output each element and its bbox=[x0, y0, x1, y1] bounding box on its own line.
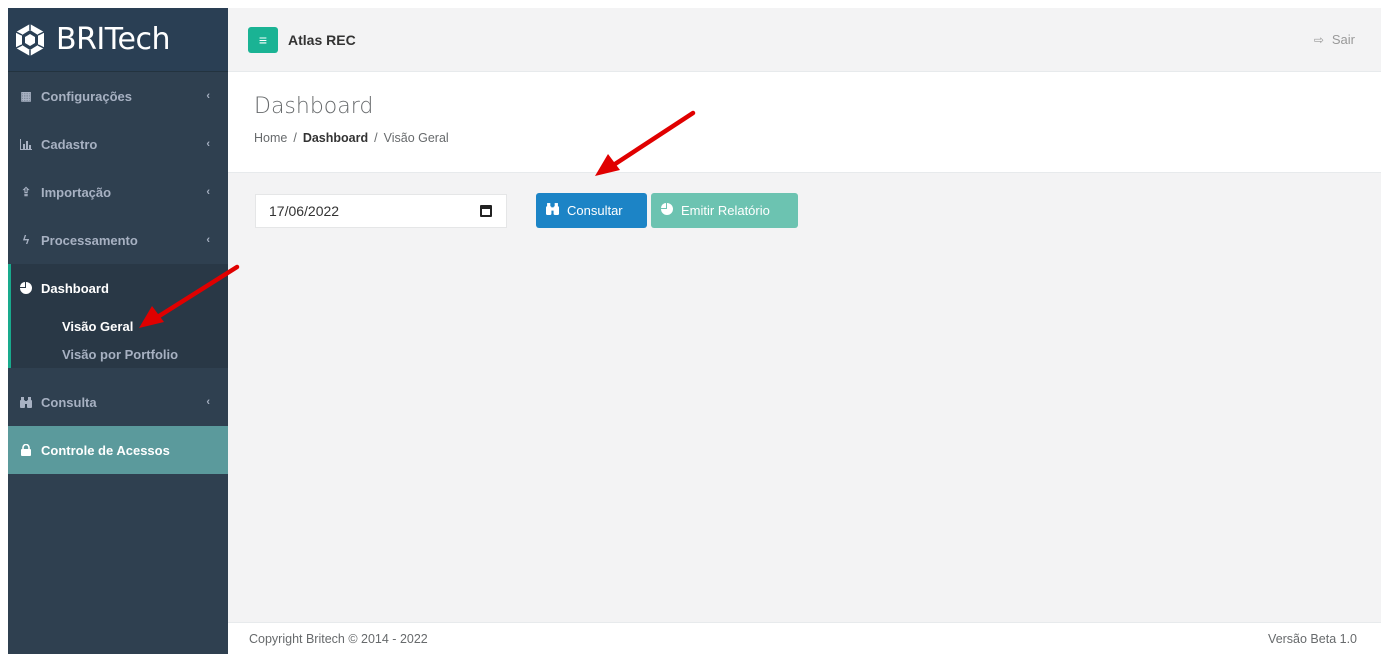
sidebar-item-label: Controle de Acessos bbox=[41, 442, 170, 458]
brand-name: BRITech bbox=[56, 22, 170, 57]
sidebar-group-dashboard: Dashboard Visão Geral Visão por Portfoli… bbox=[8, 264, 228, 368]
pie-chart-icon bbox=[20, 282, 32, 294]
consultar-label: Consultar bbox=[567, 203, 623, 218]
breadcrumb-separator: / bbox=[374, 131, 378, 145]
date-input[interactable]: 17/06/2022 bbox=[255, 194, 507, 228]
sidebar-item-importacao[interactable]: ⇪ Importação ‹ bbox=[8, 168, 228, 216]
chevron-left-icon: ‹ bbox=[206, 90, 210, 102]
logout-link[interactable]: ⇨ Sair bbox=[1314, 32, 1355, 47]
sign-out-icon: ⇨ bbox=[1313, 32, 1324, 47]
sidebar: BRITech ▦ Configurações ‹ Cadastro ‹ ⇪ I… bbox=[8, 8, 228, 654]
sidebar-item-controle-acessos[interactable]: Controle de Acessos bbox=[8, 426, 228, 474]
sidebar-item-label: Cadastro bbox=[41, 136, 98, 152]
copyright-text: Copyright Britech © 2014 - 2022 bbox=[249, 631, 428, 646]
breadcrumb-separator: / bbox=[293, 131, 297, 145]
bolt-icon: ϟ bbox=[22, 233, 30, 247]
calendar-icon[interactable] bbox=[480, 205, 492, 217]
chevron-left-icon: ‹ bbox=[206, 396, 210, 408]
sidebar-item-label: Importação bbox=[41, 184, 112, 200]
sidebar-item-consulta[interactable]: Consulta ‹ bbox=[8, 378, 228, 426]
page-heading: Dashboard Home / Dashboard / Visão Geral bbox=[228, 72, 1381, 173]
breadcrumb-current: Visão Geral bbox=[383, 131, 449, 145]
menu-toggle-button[interactable]: ≡ bbox=[248, 26, 278, 53]
emitir-label: Emitir Relatório bbox=[681, 203, 770, 218]
breadcrumb: Home / Dashboard / Visão Geral bbox=[254, 131, 1381, 145]
binoculars-icon bbox=[546, 203, 559, 218]
date-value: 17/06/2022 bbox=[269, 203, 340, 219]
hamburger-icon: ≡ bbox=[258, 31, 268, 48]
sidebar-item-label: Configurações bbox=[41, 88, 133, 104]
logout-label: Sair bbox=[1331, 32, 1355, 47]
emitir-relatorio-button[interactable]: Emitir Relatório bbox=[651, 193, 798, 228]
sidebar-item-label: Processamento bbox=[41, 232, 138, 248]
sidebar-subitem-visao-portfolio[interactable]: Visão por Portfolio bbox=[11, 340, 228, 368]
bar-chart-icon bbox=[20, 138, 32, 150]
upload-icon: ⇪ bbox=[20, 185, 32, 199]
chevron-left-icon: ‹ bbox=[206, 234, 210, 246]
brand-header[interactable]: BRITech bbox=[8, 8, 228, 72]
app-title: Atlas REC bbox=[288, 31, 356, 48]
breadcrumb-home[interactable]: Home bbox=[254, 131, 287, 145]
breadcrumb-dashboard[interactable]: Dashboard bbox=[303, 131, 368, 145]
version-text: Versão Beta 1.0 bbox=[1268, 631, 1357, 646]
th-large-icon: ▦ bbox=[20, 89, 32, 103]
lock-icon bbox=[20, 444, 32, 456]
pie-chart-icon bbox=[661, 203, 673, 218]
top-navbar: ≡ Atlas REC ⇨ Sair bbox=[228, 8, 1381, 72]
chevron-left-icon: ‹ bbox=[206, 186, 210, 198]
sidebar-item-cadastro[interactable]: Cadastro ‹ bbox=[8, 120, 228, 168]
chevron-left-icon: ‹ bbox=[206, 138, 210, 150]
sidebar-item-label: Dashboard bbox=[41, 280, 109, 296]
sidebar-item-processamento[interactable]: ϟ Processamento ‹ bbox=[8, 216, 228, 264]
main-content: 17/06/2022 Consultar Emitir Relatório bbox=[228, 173, 1381, 622]
sidebar-subitem-visao-geral[interactable]: Visão Geral bbox=[11, 312, 228, 340]
sidebar-item-label: Consulta bbox=[41, 394, 97, 410]
cube-logo-icon bbox=[15, 23, 45, 56]
footer: Copyright Britech © 2014 - 2022 Versão B… bbox=[228, 622, 1381, 654]
consultar-button[interactable]: Consultar bbox=[536, 193, 647, 228]
binoculars-icon bbox=[20, 396, 32, 408]
page-title: Dashboard bbox=[254, 94, 374, 119]
sidebar-item-configuracoes[interactable]: ▦ Configurações ‹ bbox=[8, 72, 228, 120]
sidebar-item-dashboard[interactable]: Dashboard bbox=[11, 264, 228, 312]
